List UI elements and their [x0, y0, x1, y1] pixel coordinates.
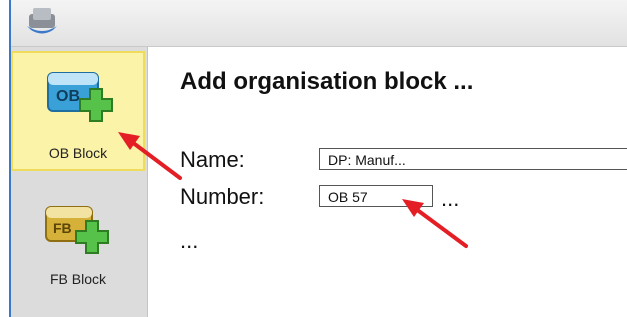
page-title: Add organisation block ... [180, 68, 474, 95]
ob-block-icon: OB [47, 72, 113, 122]
ob-block-icon-text: OB [56, 88, 80, 105]
number-field[interactable]: OB 57 [319, 185, 433, 207]
sidebar-item-ob-block[interactable]: OB OB Block [11, 51, 145, 171]
more-text: ... [180, 228, 199, 253]
sidebar-item-label: FB Block [49, 271, 106, 287]
name-label: Name: [180, 147, 245, 172]
app-icon[interactable] [23, 0, 61, 38]
sidebar-item-fb-block[interactable]: FB FB Block [11, 193, 145, 303]
number-label: Number: [180, 184, 265, 209]
title-bar [11, 0, 627, 47]
name-field[interactable]: DP: Manuf... [319, 148, 627, 170]
sidebar-item-label: OB Block [48, 145, 108, 161]
number-more-button[interactable]: ... [441, 186, 459, 212]
sidebar: OB OB Block FB FB Block [11, 47, 148, 317]
fb-block-icon: FB [45, 206, 109, 254]
fb-block-icon-text: FB [53, 220, 72, 236]
